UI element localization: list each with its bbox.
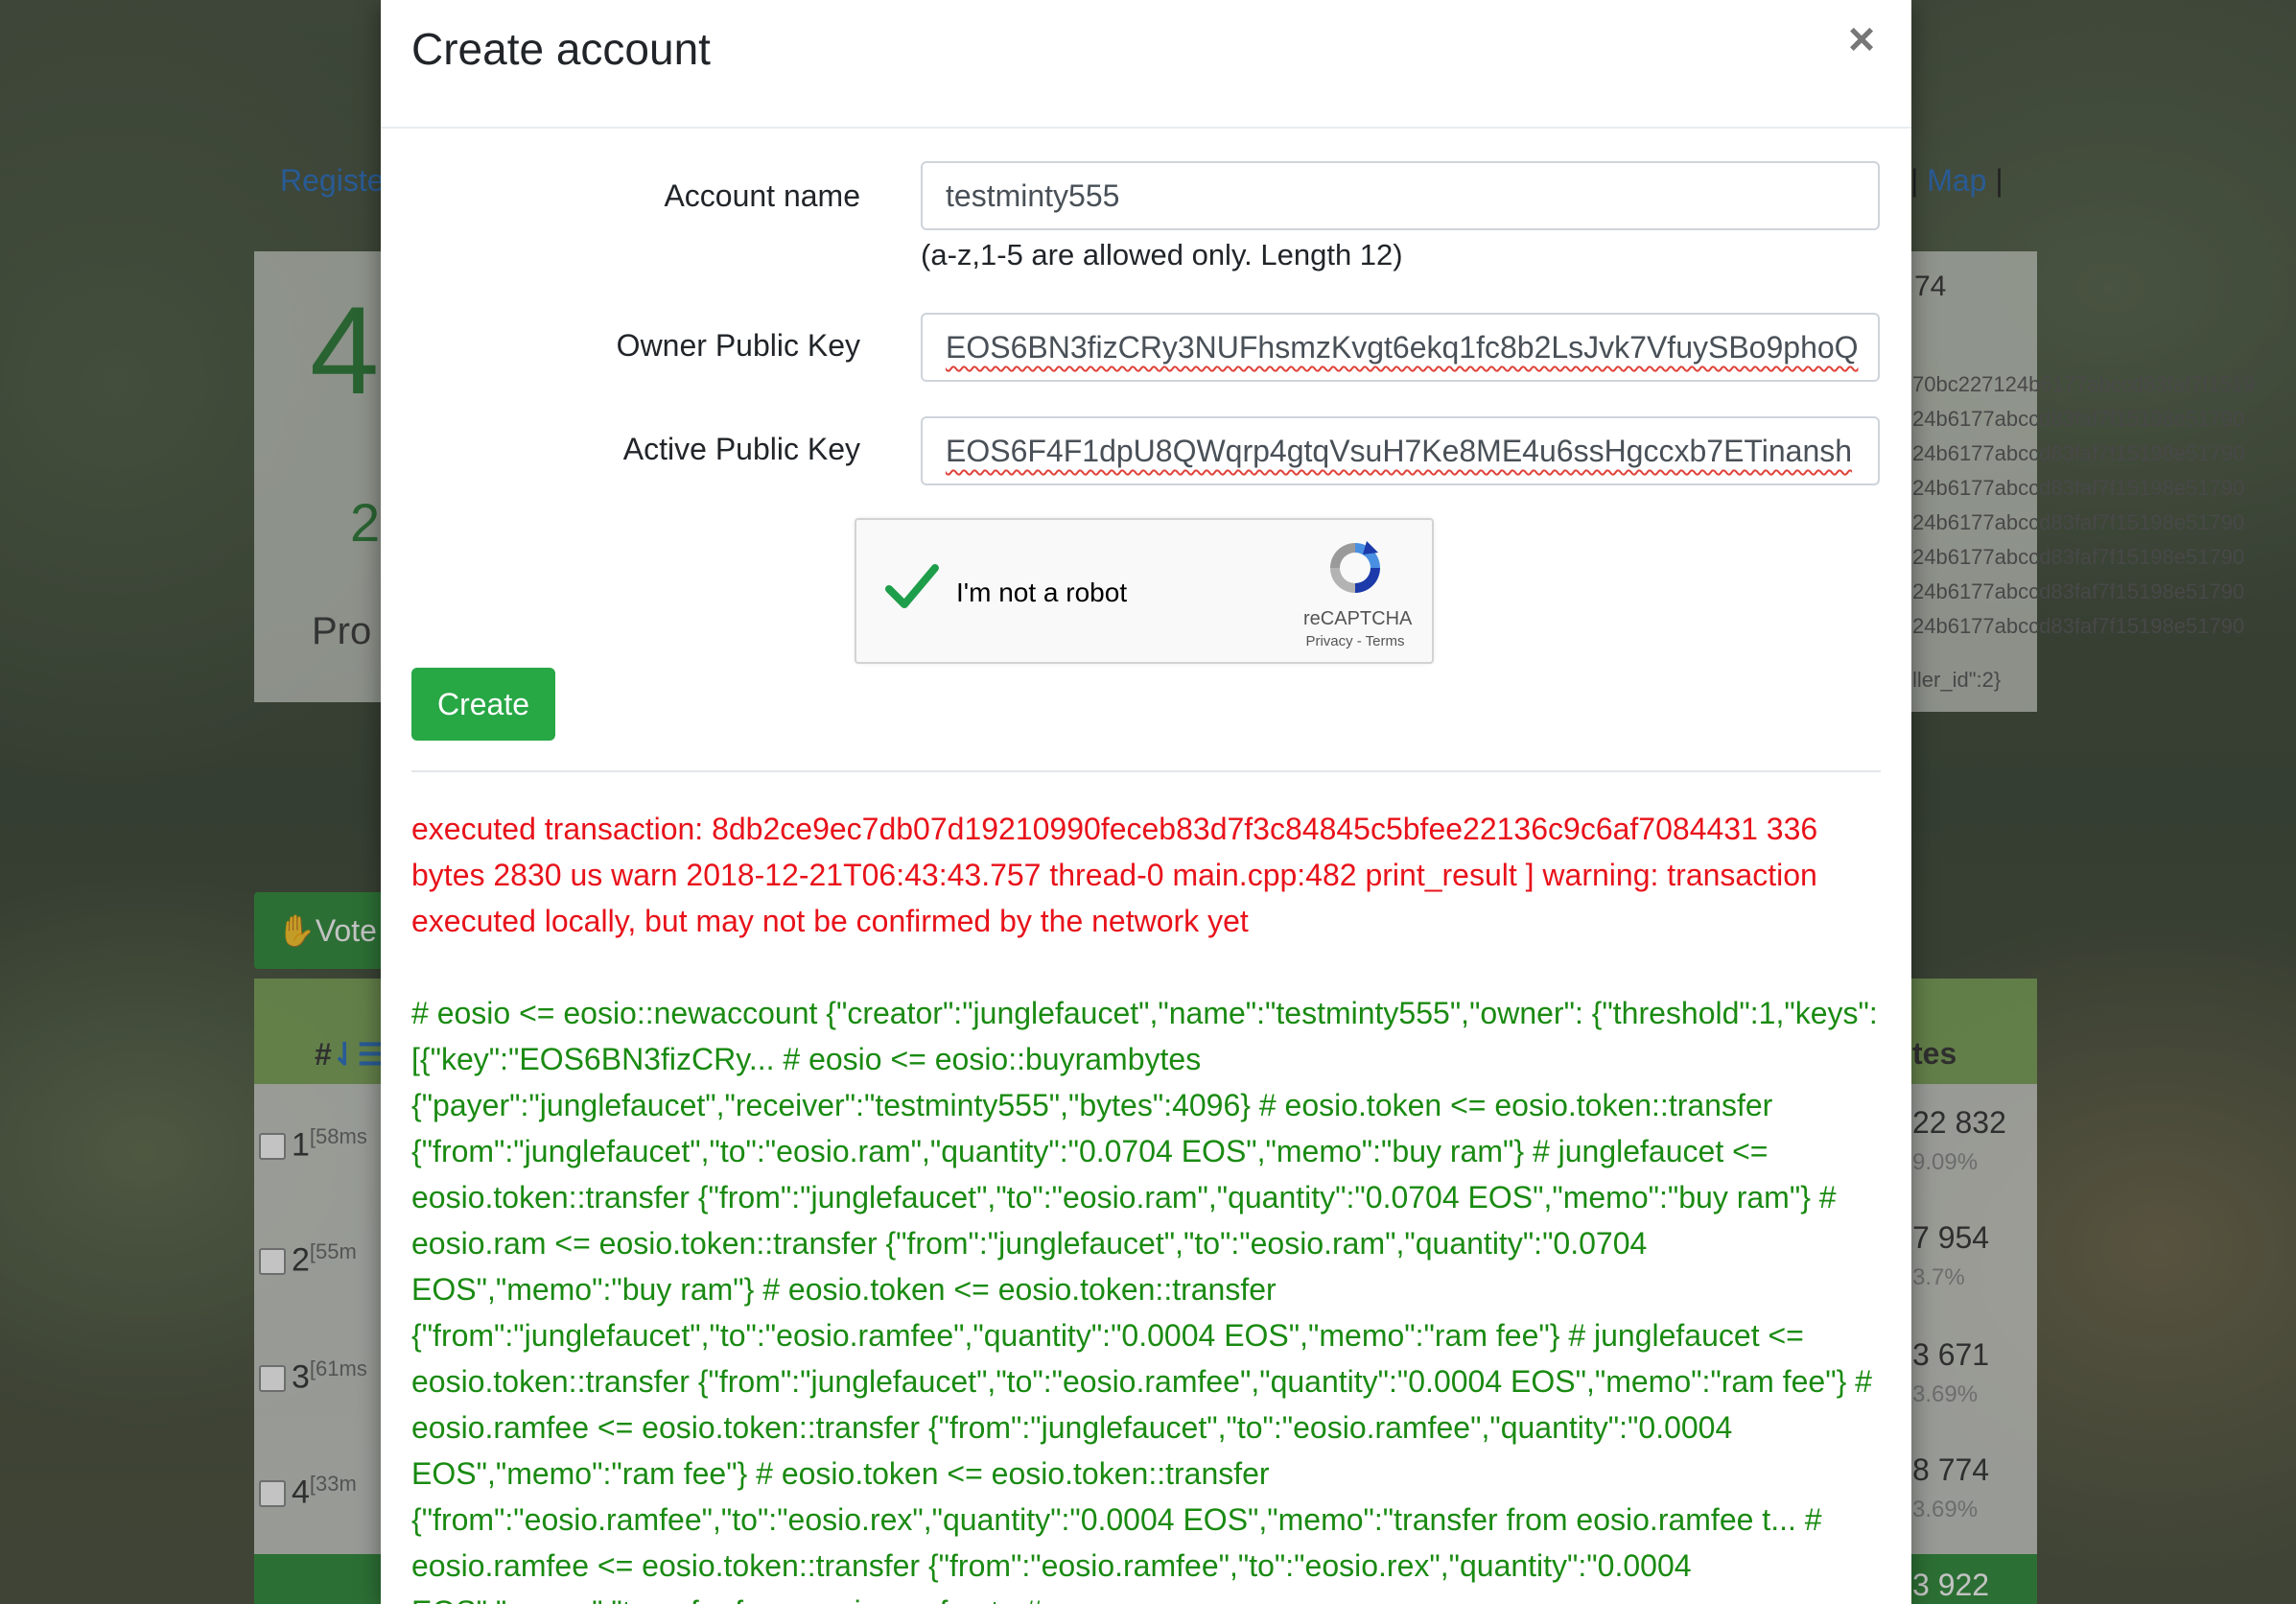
owner-key-label: Owner Public Key: [616, 328, 860, 363]
modal-title: Create account: [411, 24, 711, 74]
recaptcha-brand: reCAPTCHA: [1303, 608, 1413, 629]
account-name-label: Account name: [664, 178, 860, 213]
owner-key-value: EOS6BN3fizCRy3NUFhsmzKvgt6ekq1fc8b2LsJvk…: [946, 330, 1859, 365]
account-name-help: (a-z,1-5 are allowed only. Length 12): [921, 238, 1403, 271]
modal-header: Create account ×: [381, 0, 1911, 129]
transaction-warning-output: executed transaction: 8db2ce9ec7db07d192…: [411, 812, 1818, 938]
create-account-modal: Create account × Account name testminty5…: [381, 0, 1911, 1604]
active-key-label: Active Public Key: [622, 432, 860, 466]
owner-key-input[interactable]: EOS6BN3fizCRy3NUFhsmzKvgt6ekq1fc8b2LsJvk…: [921, 313, 1880, 382]
active-key-input[interactable]: EOS6F4F1dpU8QWqrp4gtqVsuH7Ke8ME4u6ssHgcc…: [921, 416, 1880, 485]
close-icon[interactable]: ×: [1848, 13, 1875, 66]
create-button[interactable]: Create: [411, 668, 555, 741]
active-key-value: EOS6F4F1dpU8QWqrp4gtqVsuH7Ke8ME4u6ssHgcc…: [946, 434, 1853, 468]
recaptcha-links[interactable]: Privacy - Terms: [1298, 633, 1413, 649]
recaptcha-widget[interactable]: I'm not a robot reCAPTCHA Privacy - Term…: [855, 518, 1434, 664]
recaptcha-label: I'm not a robot: [956, 578, 1128, 607]
recaptcha-logo-icon: [1330, 541, 1380, 593]
checkmark-icon[interactable]: [883, 558, 941, 616]
transaction-log-output: # eosio <= eosio::newaccount {"creator":…: [411, 996, 1878, 1604]
divider: [411, 770, 1881, 772]
account-name-input[interactable]: testminty555: [921, 161, 1880, 230]
